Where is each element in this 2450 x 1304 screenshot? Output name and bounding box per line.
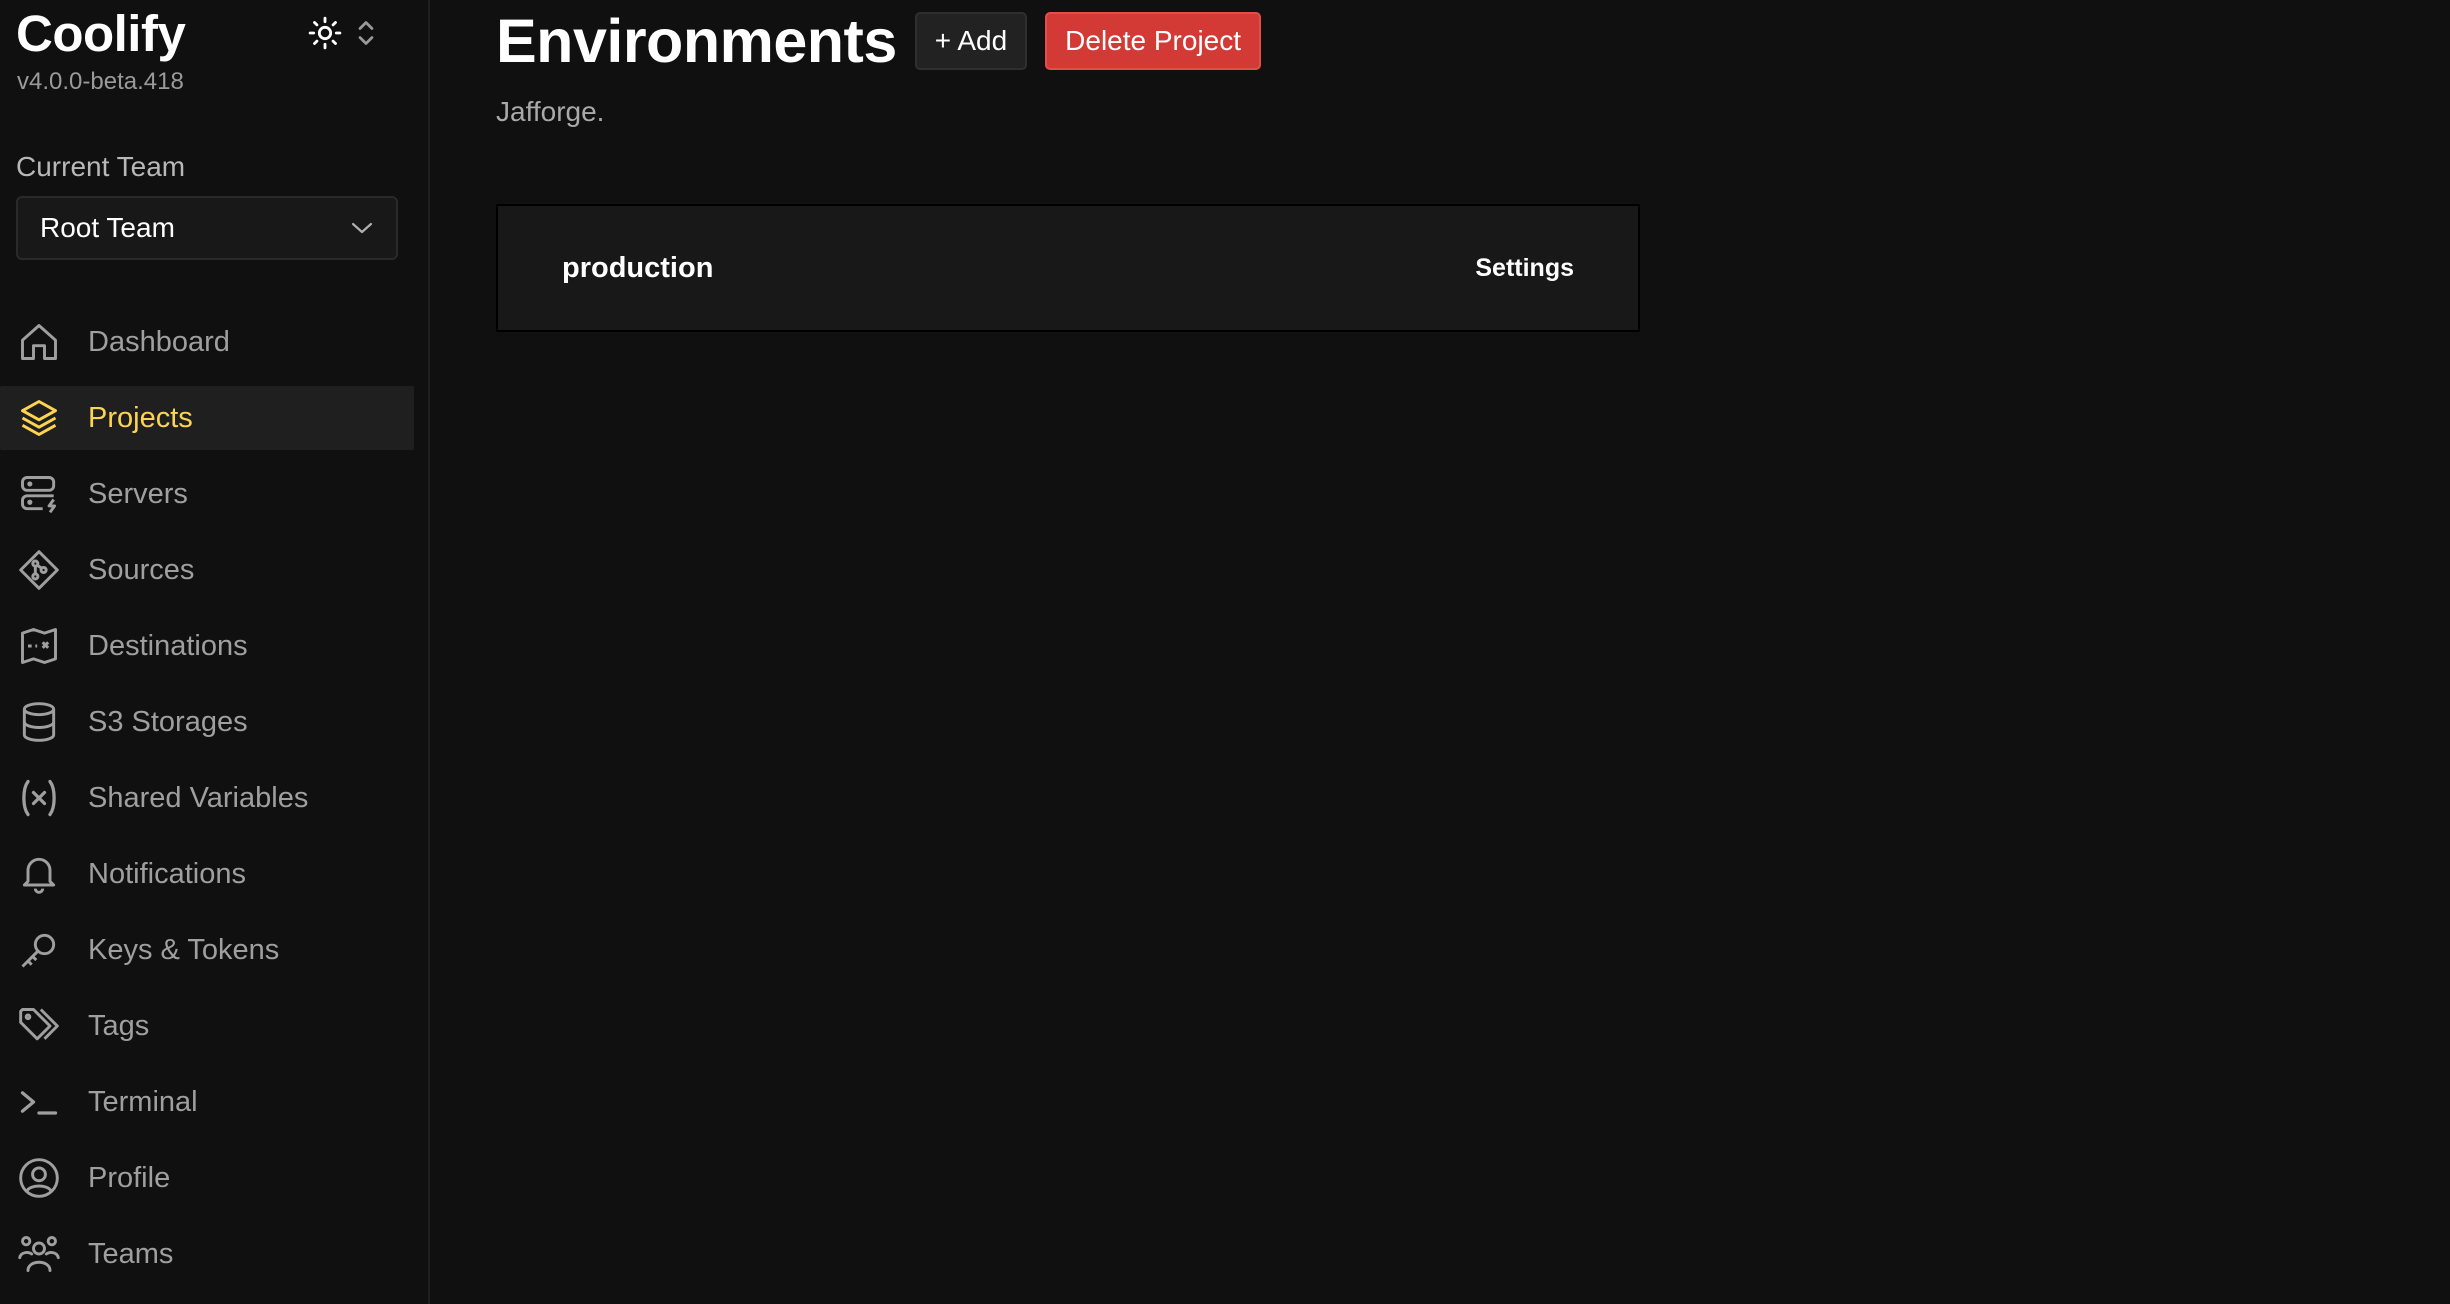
sidebar-item-destinations[interactable]: Destinations xyxy=(0,614,414,678)
project-description: Jafforge. xyxy=(496,96,605,127)
chevron-down-icon xyxy=(351,222,373,234)
sidebar-nav: Dashboard Projects Servers Sources Desti… xyxy=(0,310,414,1298)
sidebar-item-dashboard[interactable]: Dashboard xyxy=(0,310,414,374)
brand-logo[interactable]: Coolify xyxy=(16,4,186,63)
sidebar-item-notifications[interactable]: Notifications xyxy=(0,842,414,906)
sidebar-item-label: Teams xyxy=(88,1237,174,1270)
sidebar: Coolify v4.0.0-beta.418 Current Team Roo… xyxy=(0,0,430,1304)
environment-card[interactable]: production Settings xyxy=(496,204,1640,332)
sidebar-item-label: Notifications xyxy=(88,857,246,890)
sidebar-item-label: Destinations xyxy=(88,629,248,662)
sidebar-item-label: Sources xyxy=(88,553,195,586)
sidebar-item-shared-variables[interactable]: Shared Variables xyxy=(0,766,414,830)
users-icon xyxy=(16,1231,62,1277)
add-environment-button[interactable]: + Add xyxy=(914,12,1028,70)
team-select[interactable]: Root Team xyxy=(16,196,398,260)
sidebar-item-label: S3 Storages xyxy=(88,705,248,738)
environment-name: production xyxy=(562,251,714,284)
bell-icon xyxy=(16,851,62,897)
sidebar-item-projects[interactable]: Projects xyxy=(0,386,414,450)
chevron-up-down-icon xyxy=(358,21,374,45)
delete-project-button[interactable]: Delete Project xyxy=(1045,12,1262,70)
app-window: Coolify v4.0.0-beta.418 Current Team Roo… xyxy=(0,0,2450,1304)
git-icon xyxy=(16,547,62,593)
page-title: Environments xyxy=(496,7,897,75)
sidebar-item-label: Servers xyxy=(88,477,188,510)
sun-icon xyxy=(308,16,342,50)
variable-icon xyxy=(16,775,62,821)
sidebar-item-label: Profile xyxy=(88,1161,171,1194)
sidebar-item-label: Keys & Tokens xyxy=(88,933,280,966)
sidebar-item-label: Tags xyxy=(88,1009,150,1042)
sidebar-item-sources[interactable]: Sources xyxy=(0,538,414,602)
sidebar-item-teams[interactable]: Teams xyxy=(0,1222,414,1286)
destination-icon xyxy=(16,623,62,669)
sidebar-item-s3-storages[interactable]: S3 Storages xyxy=(0,690,414,754)
sidebar-item-profile[interactable]: Profile xyxy=(0,1146,414,1210)
environment-settings-link[interactable]: Settings xyxy=(1475,254,1574,283)
sidebar-item-terminal[interactable]: Terminal xyxy=(0,1070,414,1134)
key-icon xyxy=(16,927,62,973)
user-circle-icon xyxy=(16,1155,62,1201)
sidebar-item-servers[interactable]: Servers xyxy=(0,462,414,526)
sidebar-item-label: Shared Variables xyxy=(88,781,309,814)
tags-icon xyxy=(16,1003,62,1049)
sidebar-item-label: Dashboard xyxy=(88,325,230,358)
sidebar-item-tags[interactable]: Tags xyxy=(0,994,414,1058)
sidebar-item-label: Projects xyxy=(88,401,193,434)
page-header: Environments + Add Delete Project xyxy=(496,6,1262,76)
database-icon xyxy=(16,699,62,745)
home-icon xyxy=(16,319,62,365)
main-content: Environments + Add Delete Project Jaffor… xyxy=(496,0,2450,1304)
current-team-label: Current Team xyxy=(16,151,186,182)
layers-icon xyxy=(16,395,62,441)
theme-toggle[interactable] xyxy=(308,12,388,54)
version-label: v4.0.0-beta.418 xyxy=(17,68,184,95)
server-icon xyxy=(16,471,62,517)
team-select-value: Root Team xyxy=(40,212,175,243)
terminal-icon xyxy=(16,1079,62,1125)
sidebar-item-label: Terminal xyxy=(88,1085,198,1118)
sidebar-item-keys-tokens[interactable]: Keys & Tokens xyxy=(0,918,414,982)
